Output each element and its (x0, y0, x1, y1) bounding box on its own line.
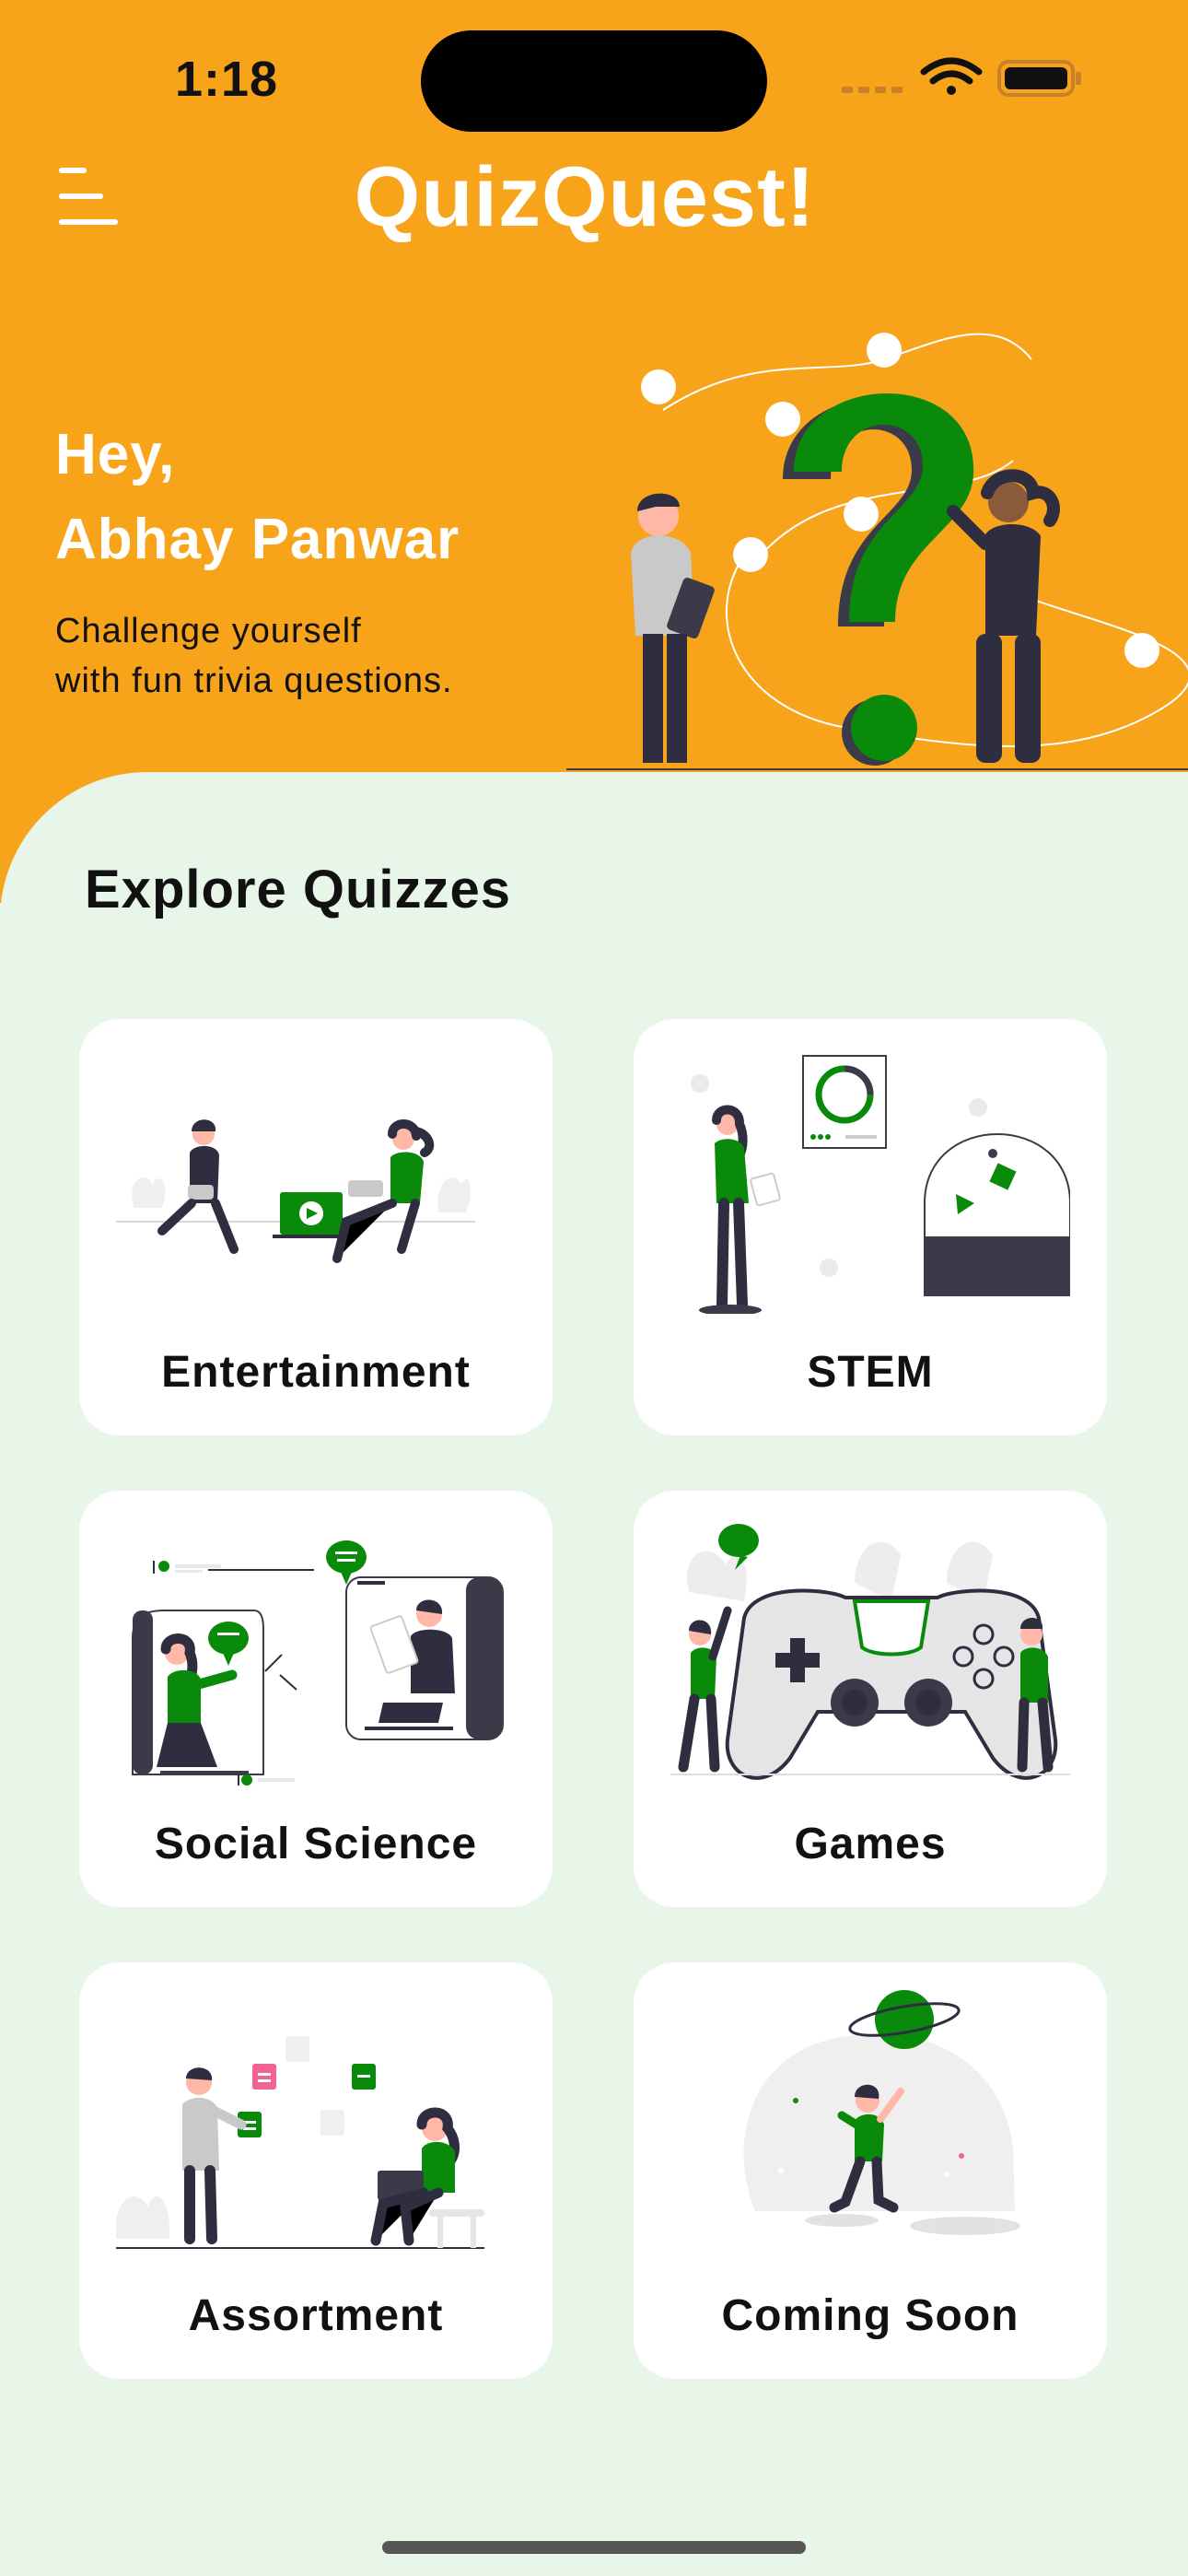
app-title: QuizQuest! (354, 150, 816, 244)
stem-illustration (691, 1055, 1070, 1314)
category-card-stem[interactable]: STEM (634, 1019, 1107, 1435)
category-card-games[interactable]: Games (634, 1491, 1107, 1907)
status-icons (842, 57, 1081, 97)
assortment-illustration (116, 2036, 484, 2249)
greeting: Hey, Abhay Panwar (55, 413, 460, 582)
question-mark-illustration (631, 333, 1188, 766)
category-label: Coming Soon (721, 2291, 1019, 2340)
category-card-coming-soon[interactable]: Coming Soon (634, 1962, 1107, 2379)
dynamic-island (421, 30, 767, 132)
category-label: Social Science (154, 1820, 478, 1868)
tagline-line-2: with fun trivia questions. (55, 662, 453, 700)
greeting-hey: Hey, (55, 423, 176, 486)
category-card-social-science[interactable]: Social Science (79, 1491, 553, 1907)
coming-soon-illustration (743, 1990, 1020, 2235)
wifi-icon (920, 57, 983, 95)
games-illustration (670, 1524, 1070, 1780)
cellular-signal-icon (842, 87, 903, 93)
category-label: STEM (807, 1348, 934, 1397)
section-title: Explore Quizzes (85, 860, 512, 919)
tagline: Challenge yourself with fun trivia quest… (55, 606, 453, 706)
battery-icon (997, 60, 1081, 97)
app-screen: 1:18 QuizQuest! Hey, Abhay Panwar Challe… (0, 0, 1188, 2576)
home-indicator[interactable] (382, 2541, 806, 2554)
social-science-illustration (132, 1540, 504, 1786)
entertainment-illustration (116, 1119, 475, 1263)
category-card-assortment[interactable]: Assortment (79, 1962, 553, 2379)
category-label: Assortment (188, 2291, 444, 2340)
tagline-line-1: Challenge yourself (55, 612, 362, 650)
status-time: 1:18 (175, 52, 279, 107)
category-label: Games (794, 1820, 947, 1868)
greeting-user-name: Abhay Panwar (55, 508, 460, 571)
category-card-entertainment[interactable]: Entertainment (79, 1019, 553, 1435)
category-label: Entertainment (161, 1348, 471, 1397)
